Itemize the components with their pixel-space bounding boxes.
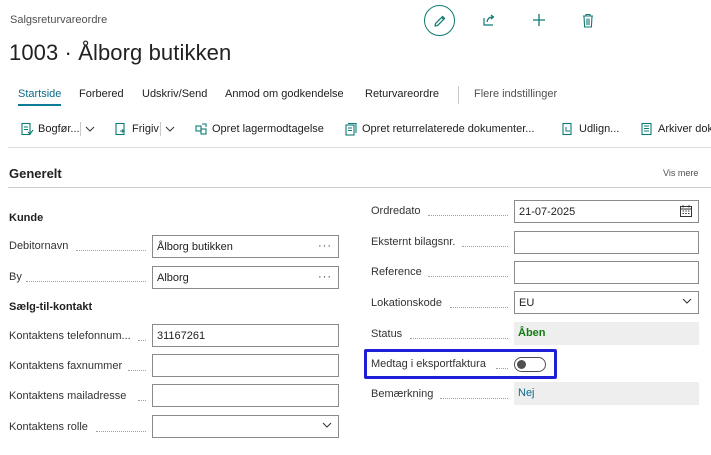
tab-anmod-om-godkendelse[interactable]: Anmod om godkendelse xyxy=(225,88,344,100)
status-label: Status xyxy=(371,328,403,340)
customer-name-field[interactable]: Ålborg butikken ··· xyxy=(152,235,339,258)
post-button-label: Bogfør... xyxy=(38,123,80,135)
create-warehouse-receipt-button[interactable]: Opret lagermodtagelse xyxy=(194,122,324,136)
focus-highlight xyxy=(364,349,557,379)
contact-fax-field[interactable] xyxy=(152,354,339,377)
tab-flere-indstillinger[interactable]: Flere indstillinger xyxy=(474,88,557,100)
reference-label: Reference xyxy=(371,266,422,278)
documents-icon xyxy=(345,122,357,136)
field-leader xyxy=(462,246,508,247)
archive-document-button[interactable]: Arkiver dok xyxy=(640,122,711,136)
pencil-icon xyxy=(433,15,445,27)
create-return-related-docs-button[interactable]: Opret returrelaterede dokumenter... xyxy=(344,122,534,136)
apply-entries-label: Udlign... xyxy=(579,123,620,135)
field-leader xyxy=(96,431,146,432)
field-leader xyxy=(428,215,508,216)
external-doc-label: Eksternt bilagsnr. xyxy=(371,236,456,248)
field-leader xyxy=(76,250,146,251)
location-code-select[interactable]: EU xyxy=(514,291,699,314)
post-document-icon xyxy=(21,122,34,136)
location-code-label: Lokationskode xyxy=(371,297,442,309)
contact-phone-field[interactable]: 31167261 xyxy=(152,324,339,347)
customer-name-label: Debitornavn xyxy=(9,240,69,252)
delete-button[interactable] xyxy=(573,5,603,35)
archive-icon xyxy=(641,122,652,136)
release-document-icon xyxy=(115,122,125,136)
add-button[interactable] xyxy=(524,5,554,35)
contact-phone-value: 31167261 xyxy=(157,330,206,342)
actionbar-divider xyxy=(8,147,711,148)
field-leader xyxy=(26,281,146,282)
remark-value-box: Nej xyxy=(514,382,699,405)
contact-email-label: Kontaktens mailadresse xyxy=(9,390,127,402)
action-bar: Bogfør... Frigiv Opret lagermodtagelse O… xyxy=(0,116,711,144)
calendar-icon[interactable] xyxy=(680,205,692,217)
chevron-down-icon xyxy=(682,298,692,304)
remark-label: Bemærkning xyxy=(371,388,434,400)
tab-returvareordre[interactable]: Returvareordre xyxy=(365,88,439,100)
release-split-divider xyxy=(160,122,161,136)
tab-bar: Startside Forbered Udskriv/Send Anmod om… xyxy=(0,88,711,106)
release-button[interactable]: Frigiv xyxy=(114,122,159,136)
post-dropdown-button[interactable] xyxy=(83,121,97,137)
release-button-label: Frigiv xyxy=(132,123,159,135)
warehouse-receipt-icon xyxy=(195,123,207,135)
show-more-link[interactable]: Vis mere xyxy=(663,168,698,178)
apply-entries-icon xyxy=(562,122,572,136)
header-actions xyxy=(424,5,614,37)
order-date-label: Ordredato xyxy=(371,205,421,217)
field-leader xyxy=(138,400,146,401)
chevron-down-icon xyxy=(165,126,175,132)
field-leader xyxy=(450,307,508,308)
customer-name-value: Ålborg butikken xyxy=(157,241,233,253)
active-tab-indicator xyxy=(18,104,61,106)
city-value: Alborg xyxy=(157,272,189,284)
contact-group-title: Sælg-til-kontakt xyxy=(9,301,93,313)
apply-entries-button[interactable]: Udlign... xyxy=(561,122,619,136)
location-code-value: EU xyxy=(519,297,535,309)
contact-role-select[interactable] xyxy=(152,415,339,438)
field-leader xyxy=(138,340,146,341)
tab-startside[interactable]: Startside xyxy=(18,88,61,100)
trash-icon xyxy=(583,13,593,28)
share-icon xyxy=(483,14,495,26)
share-button[interactable] xyxy=(474,5,504,35)
field-leader xyxy=(410,338,508,339)
tab-separator xyxy=(458,86,459,104)
page-type: Salgsreturvareordre xyxy=(10,14,108,26)
post-button[interactable]: Bogfør... xyxy=(20,122,80,136)
lookup-ellipsis-icon[interactable]: ··· xyxy=(318,271,332,283)
contact-fax-label: Kontaktens faxnummer xyxy=(9,360,123,372)
field-leader xyxy=(440,398,508,399)
archive-document-label: Arkiver dok xyxy=(658,123,711,135)
order-date-field[interactable]: 21-07-2025 xyxy=(514,200,699,223)
order-date-value: 21-07-2025 xyxy=(519,206,576,218)
field-leader xyxy=(428,276,508,277)
release-dropdown-button[interactable] xyxy=(163,121,177,137)
status-value-box: Åben xyxy=(514,322,699,345)
customer-group-title: Kunde xyxy=(9,212,44,224)
tab-forbered[interactable]: Forbered xyxy=(79,88,124,100)
external-doc-field[interactable] xyxy=(514,231,699,254)
city-field[interactable]: Alborg ··· xyxy=(152,266,339,289)
section-divider xyxy=(8,187,711,188)
section-title: Generelt xyxy=(9,166,62,181)
tab-udskriv-send[interactable]: Udskriv/Send xyxy=(142,88,207,100)
chevron-down-icon xyxy=(322,422,332,428)
contact-email-field[interactable] xyxy=(152,384,339,407)
reference-field[interactable] xyxy=(514,261,699,284)
create-return-related-docs-label: Opret returrelaterede dokumenter... xyxy=(362,123,535,135)
chevron-down-icon xyxy=(85,126,95,132)
lookup-ellipsis-icon[interactable]: ··· xyxy=(318,240,332,252)
remark-value[interactable]: Nej xyxy=(518,387,535,399)
page-title: 1003 · Ålborg butikken xyxy=(9,40,232,65)
status-value: Åben xyxy=(518,327,546,339)
create-warehouse-receipt-label: Opret lagermodtagelse xyxy=(212,123,324,135)
post-split-divider xyxy=(80,122,81,136)
contact-role-label: Kontaktens rolle xyxy=(9,421,88,433)
edit-button[interactable] xyxy=(424,5,455,36)
plus-icon xyxy=(533,14,545,26)
field-leader xyxy=(128,370,146,371)
contact-phone-label: Kontaktens telefonnum... xyxy=(9,330,131,342)
